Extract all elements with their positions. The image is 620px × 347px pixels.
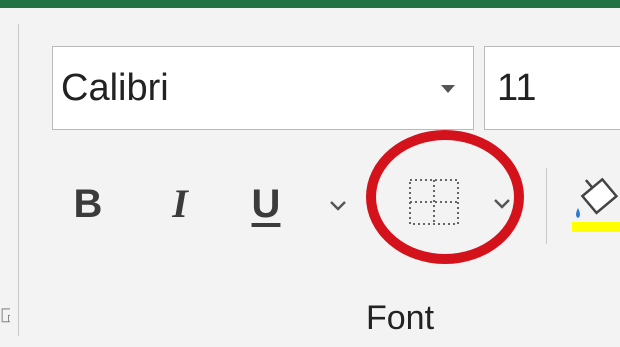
group-separator-left — [18, 24, 19, 336]
font-group-label: Font — [366, 299, 435, 337]
highlight-circle-annotation — [366, 130, 524, 264]
font-size-combobox[interactable]: 11 — [484, 46, 620, 130]
font-name-value: Calibri — [61, 67, 169, 109]
previous-group-launcher-icon[interactable]: ◲ — [0, 300, 10, 328]
fill-color-icon — [572, 177, 620, 232]
fill-color-button[interactable] — [572, 168, 620, 238]
window-accent-bar — [0, 0, 620, 8]
italic-button[interactable]: I — [156, 176, 204, 232]
bold-button[interactable]: B — [64, 176, 112, 232]
underline-options-chevron-down-icon[interactable] — [328, 198, 348, 212]
underline-button[interactable]: U — [242, 176, 290, 232]
dropdown-arrow-icon[interactable] — [441, 85, 455, 93]
font-size-value: 11 — [497, 67, 537, 109]
group-separator-right — [546, 168, 547, 244]
font-name-combobox[interactable]: Calibri — [52, 46, 474, 130]
